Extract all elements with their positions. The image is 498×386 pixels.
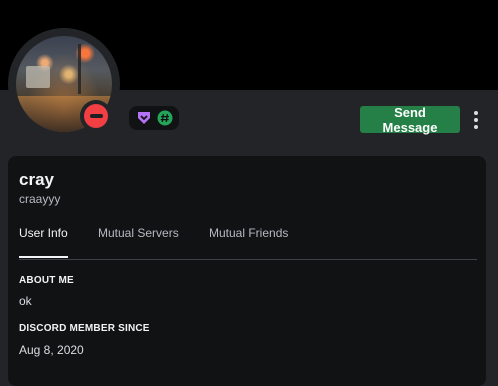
about-me-text: ok xyxy=(19,294,32,308)
tab-mutual-servers[interactable]: Mutual Servers xyxy=(98,226,179,258)
about-me-heading: ABOUT ME xyxy=(19,275,74,286)
hashtag-badge-icon[interactable] xyxy=(157,110,173,126)
more-vertical-icon[interactable] xyxy=(468,107,484,133)
tab-user-info[interactable]: User Info xyxy=(19,226,68,258)
tab-mutual-friends[interactable]: Mutual Friends xyxy=(209,226,288,258)
member-since-heading: DISCORD MEMBER SINCE xyxy=(19,323,150,334)
profile-tabs: User Info Mutual Servers Mutual Friends xyxy=(19,226,477,260)
do-not-disturb-icon xyxy=(84,104,108,128)
user-info-card: cray craayyy User Info Mutual Servers Mu… xyxy=(8,156,486,386)
member-since-date: Aug 8, 2020 xyxy=(19,343,84,357)
status-indicator xyxy=(80,100,112,132)
badge-list xyxy=(129,106,179,130)
send-message-button[interactable]: Send Message xyxy=(360,105,460,135)
avatar-photo-pole xyxy=(78,44,81,94)
avatar-photo-bus xyxy=(26,66,50,88)
username: craayyy xyxy=(19,192,61,206)
display-name: cray xyxy=(19,170,54,189)
nitro-badge-icon[interactable] xyxy=(136,110,152,126)
